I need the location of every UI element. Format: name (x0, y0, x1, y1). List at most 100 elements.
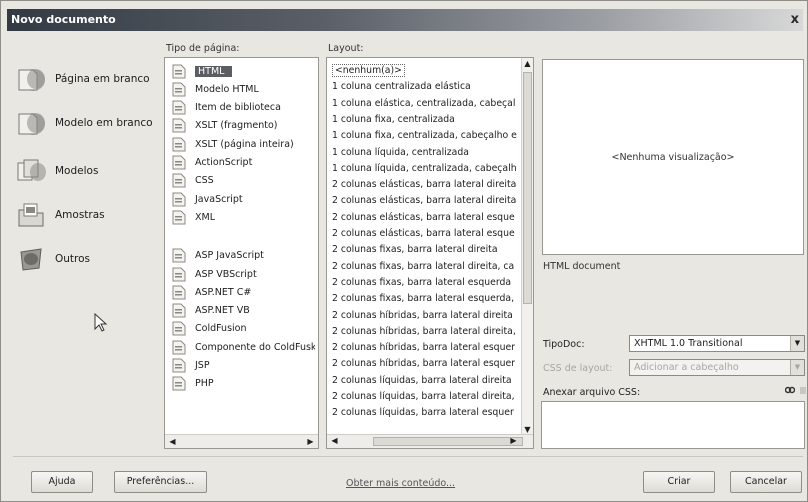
layout-item[interactable]: 2 colunas fixas, barra lateral esquerda (332, 274, 522, 292)
layout-label: 2 colunas líquidas, barra lateral direit… (332, 374, 512, 386)
page-type-item[interactable]: JavaScript (167, 190, 315, 208)
page-type-item[interactable]: ASP VBScript (167, 265, 315, 283)
layout-label: 1 coluna líquida, centralizada (332, 146, 469, 158)
layout-item[interactable]: 2 colunas híbridas, barra lateral esquer (332, 355, 522, 373)
layout-item[interactable]: 2 colunas elásticas, barra lateral esque (332, 225, 522, 243)
page-type-label: ColdFusion (195, 323, 247, 335)
layout-item[interactable]: 2 colunas elásticas, barra lateral direi… (332, 192, 522, 210)
layout-item[interactable]: 1 coluna líquida, centralizada, cabeçalh (332, 160, 522, 178)
preferences-button[interactable]: Preferências... (114, 471, 207, 493)
preview-pane: <Nenhuma visualização> (542, 59, 804, 255)
layout-label: 2 colunas elásticas, barra lateral direi… (332, 179, 517, 191)
mouse-cursor-icon (94, 313, 108, 332)
page-type-item[interactable]: XML (167, 208, 315, 226)
layout-label: 2 colunas fixas, barra lateral direita, … (332, 260, 515, 272)
file-type-icon (172, 192, 186, 207)
layout-label: 2 colunas fixas, barra lateral esquerda, (332, 293, 515, 305)
page-type-item[interactable]: XSLT (página inteira) (167, 135, 315, 153)
scroll-up-icon[interactable]: ▲ (522, 58, 533, 70)
doctype-select[interactable]: XHTML 1.0 Transitional ▼ (629, 335, 805, 352)
category-samples[interactable]: Amostras (13, 197, 163, 233)
page-type-label: ASP.NET C# (195, 286, 252, 298)
layout-label: 2 colunas fixas, barra lateral esquerda (332, 276, 512, 288)
page-type-label: Modelo HTML (195, 83, 259, 95)
page-type-list[interactable]: HTML Modelo HTML Item de biblioteca XSLT (f… (164, 57, 319, 449)
category-templates[interactable]: Modelos (13, 153, 163, 189)
category-other[interactable]: Outros (13, 241, 163, 277)
page-type-label: PHP (195, 378, 214, 390)
file-type-icon (172, 321, 186, 336)
layout-item[interactable]: 2 colunas híbridas, barra lateral direit… (332, 307, 522, 325)
chevron-down-icon: ▼ (790, 336, 804, 351)
layout-label: 1 coluna fixa, centralizada (332, 113, 455, 125)
layout-item[interactable]: 2 colunas híbridas, barra lateral esquer (332, 339, 522, 357)
scroll-right-icon[interactable]: ▶ (305, 436, 316, 447)
layout-item[interactable]: <nenhum(a)> (332, 62, 522, 80)
layout-item[interactable]: 2 colunas fixas, barra lateral direita, … (332, 258, 522, 276)
page-type-item[interactable]: ActionScript (167, 154, 315, 172)
layout-item[interactable]: 2 colunas líquidas, barra lateral direit… (332, 372, 522, 390)
vertical-scrollbar[interactable]: ▲ ▼ (521, 58, 533, 436)
scrollbar-thumb[interactable] (523, 72, 532, 304)
layout-item[interactable]: 1 coluna fixa, centralizada, cabeçalho e (332, 127, 522, 145)
scroll-left-icon[interactable]: ◀ (329, 436, 340, 445)
category-blank-template[interactable]: Modelo em branco (13, 105, 163, 141)
scroll-right-icon[interactable]: ▶ (508, 436, 519, 445)
file-type-icon (172, 248, 186, 263)
layout-item[interactable]: 1 coluna centralizada elástica (332, 78, 522, 96)
link-icon[interactable] (785, 385, 795, 395)
layout-label: 2 colunas elásticas, barra lateral direi… (332, 195, 517, 207)
page-type-item[interactable]: PHP (167, 375, 315, 393)
page-type-item[interactable]: ASP.NET VB (167, 302, 315, 320)
page-type-item[interactable]: Modelo HTML (167, 80, 315, 98)
layout-label: 2 colunas fixas, barra lateral direita (332, 244, 498, 256)
page-type-item[interactable]: ColdFusion (167, 320, 315, 338)
layout-item[interactable]: 2 colunas fixas, barra lateral esquerda, (332, 290, 522, 308)
layout-header: Layout: (328, 43, 364, 54)
page-type-item[interactable]: Item de biblioteca (167, 99, 315, 117)
get-more-content-link[interactable]: Obter mais conteúdo... (346, 478, 455, 489)
help-button[interactable]: Ajuda (31, 471, 93, 493)
page-type-label: Componente do ColdFusk (195, 341, 315, 353)
layout-item[interactable]: 1 coluna elástica, centralizada, cabeçal (332, 95, 522, 113)
layout-item[interactable]: 1 coluna fixa, centralizada (332, 111, 522, 129)
file-type-icon (172, 376, 186, 391)
page-type-item[interactable]: JSP (167, 357, 315, 375)
layout-list[interactable]: <nenhum(a)> 1 coluna centralizada elástic… (326, 57, 534, 449)
create-button[interactable]: Criar (643, 471, 715, 493)
page-type-item[interactable]: ASP JavaScript (167, 247, 315, 265)
page-type-label: XSLT (página inteira) (195, 138, 294, 150)
scroll-left-icon[interactable]: ◀ (167, 436, 178, 447)
cancel-button[interactable]: Cancelar (730, 471, 802, 493)
file-type-icon (172, 100, 186, 115)
file-type-icon (172, 64, 186, 79)
attach-css-tools (785, 385, 807, 395)
blank-page-icon (13, 61, 49, 97)
page-type-item[interactable]: HTML (167, 62, 315, 80)
scrollbar-thumb[interactable] (373, 437, 523, 446)
page-type-label: ASP JavaScript (195, 250, 264, 262)
layout-item[interactable]: 2 colunas líquidas, barra lateral direit… (332, 388, 522, 406)
layout-item[interactable]: 2 colunas fixas, barra lateral direita (332, 241, 522, 259)
horizontal-scrollbar[interactable]: ◀ ▶ (327, 434, 533, 448)
layout-label: 2 colunas líquidas, barra lateral esquer (332, 407, 514, 419)
delete-icon[interactable] (799, 385, 807, 395)
page-type-item[interactable]: XSLT (fragmento) (167, 117, 315, 135)
layout-item[interactable]: 1 coluna líquida, centralizada (332, 144, 522, 162)
layout-item[interactable]: 2 colunas líquidas, barra lateral esquer (332, 404, 522, 422)
layout-item[interactable]: 2 colunas elásticas, barra lateral direi… (332, 176, 522, 194)
file-type-icon (172, 137, 186, 152)
attached-css-list[interactable] (541, 401, 805, 449)
category-blank-page[interactable]: Página em branco (13, 61, 163, 97)
horizontal-scrollbar[interactable]: ◀ ▶ (165, 434, 318, 448)
page-type-item[interactable]: Componente do ColdFusk (167, 338, 315, 356)
dialog-title: Novo documento (11, 13, 116, 26)
file-type-icon (172, 173, 186, 188)
layout-item[interactable]: 2 colunas híbridas, barra lateral direit… (332, 323, 522, 341)
layout-item[interactable]: 2 colunas elásticas, barra lateral esque (332, 209, 522, 227)
close-icon[interactable]: x (791, 9, 799, 31)
file-type-icon (172, 340, 186, 355)
file-type-icon (172, 118, 186, 133)
page-type-item[interactable]: ASP.NET C# (167, 283, 315, 301)
page-type-item[interactable]: CSS (167, 172, 315, 190)
